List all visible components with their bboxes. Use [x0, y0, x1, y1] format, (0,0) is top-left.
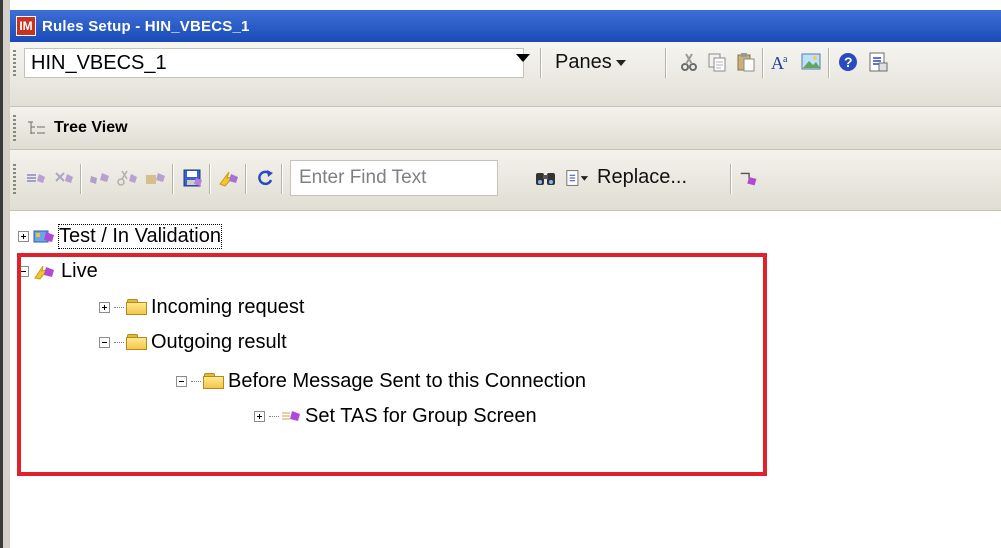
- panes-menu-button[interactable]: Panes: [555, 51, 626, 74]
- copy-icon[interactable]: [705, 50, 729, 74]
- toolbar-divider: [245, 164, 246, 194]
- tree-node-label: Test / In Validation: [58, 223, 222, 249]
- collapse-icon[interactable]: [99, 336, 110, 348]
- find-text-input[interactable]: [297, 166, 491, 190]
- tree-view-icon[interactable]: [26, 119, 48, 137]
- toolbar-divider: [172, 164, 173, 194]
- rules-setup-window: IM Rules Setup - HIN_VBECS_1 HIN_VBECS_1…: [0, 0, 1001, 548]
- export-icon[interactable]: [144, 166, 168, 190]
- toolbar-divider: [209, 164, 210, 194]
- title-bar[interactable]: IM Rules Setup - HIN_VBECS_1: [10, 10, 1001, 42]
- main-toolbar: HIN_VBECS_1 Panes Aa ?: [10, 42, 1001, 107]
- collapse-icon[interactable]: [18, 265, 29, 277]
- tree-node-live[interactable]: Live: [18, 258, 98, 284]
- tree-node-set-tas-for-group-screen[interactable]: Set TAS for Group Screen: [254, 403, 537, 429]
- next-icon[interactable]: [738, 166, 762, 190]
- toolbar-divider: [730, 164, 731, 194]
- tree-node-label: Outgoing result: [151, 330, 287, 353]
- tree-node-label: Before Message Sent to this Connection: [228, 369, 586, 392]
- find-icon[interactable]: [534, 166, 558, 190]
- replace-button[interactable]: Replace...: [597, 166, 687, 189]
- window-left-border: [0, 0, 10, 548]
- connection-select[interactable]: HIN_VBECS_1: [24, 48, 524, 78]
- tree-node-label: Set TAS for Group Screen: [305, 404, 537, 427]
- tree-node-before-message-sent[interactable]: Before Message Sent to this Connection: [176, 368, 586, 394]
- tree-node-test-in-validation[interactable]: Test / In Validation: [18, 223, 222, 249]
- expand-icon[interactable]: [254, 410, 265, 422]
- save-icon[interactable]: [181, 166, 205, 190]
- toolbar-grip[interactable]: [13, 50, 16, 76]
- toolbar-divider: [540, 48, 541, 78]
- toolbar-divider: [80, 164, 81, 194]
- tree-view-toolbar: Tree View: [10, 107, 1001, 150]
- dropdown-arrow-icon[interactable]: [516, 54, 530, 62]
- expand-icon[interactable]: [99, 301, 110, 313]
- svg-text:?: ?: [844, 54, 853, 70]
- expand-icon[interactable]: [18, 230, 29, 242]
- tree-connector: [191, 380, 201, 382]
- move-icon[interactable]: [88, 166, 112, 190]
- tree-node-outgoing-result[interactable]: Outgoing result: [99, 329, 287, 355]
- help-icon[interactable]: ?: [836, 50, 860, 74]
- rule-icon: [281, 407, 303, 425]
- activate-icon[interactable]: [217, 166, 241, 190]
- tree-view-label: Tree View: [54, 119, 128, 136]
- toolbar-divider: [762, 48, 763, 78]
- connection-select-value: HIN_VBECS_1: [31, 51, 167, 74]
- collapse-icon[interactable]: [176, 375, 187, 387]
- folder-icon: [203, 372, 225, 390]
- live-group-icon: [33, 262, 59, 280]
- font-icon[interactable]: Aa: [770, 50, 794, 74]
- tree-node-label: Incoming request: [151, 295, 305, 318]
- rules-tree: Test / In Validation Live Incoming reque…: [10, 211, 1001, 548]
- tree-connector: [114, 341, 124, 343]
- toolbar-grip[interactable]: [13, 115, 16, 141]
- toolbar-divider: [665, 48, 666, 78]
- tree-node-incoming-request[interactable]: Incoming request: [99, 294, 304, 320]
- app-logo-icon: IM: [16, 16, 36, 36]
- toolbar-divider: [281, 164, 282, 194]
- delete-rule-icon[interactable]: [52, 166, 76, 190]
- find-text-field[interactable]: [290, 160, 498, 196]
- svg-text:a: a: [783, 54, 788, 65]
- find-options-icon[interactable]: [565, 166, 589, 190]
- cut-icon[interactable]: [677, 50, 701, 74]
- cut-rule-icon[interactable]: [116, 166, 140, 190]
- image-icon[interactable]: [800, 50, 824, 74]
- validation-group-icon: [33, 227, 57, 245]
- properties-icon[interactable]: [866, 50, 890, 74]
- tree-connector: [114, 306, 124, 308]
- toolbar-divider: [828, 48, 829, 78]
- window-title: Rules Setup - HIN_VBECS_1: [42, 17, 250, 35]
- refresh-icon[interactable]: [253, 166, 277, 190]
- paste-icon[interactable]: [734, 50, 758, 74]
- rules-toolbar: Replace...: [10, 150, 1001, 211]
- add-rule-icon[interactable]: [24, 166, 48, 190]
- tree-node-label: Live: [61, 259, 98, 282]
- folder-icon: [126, 298, 148, 316]
- panes-label: Panes: [555, 51, 612, 73]
- folder-icon: [126, 333, 148, 351]
- tree-connector: [269, 415, 279, 417]
- chevron-down-icon: [615, 59, 626, 66]
- toolbar-grip[interactable]: [13, 164, 16, 194]
